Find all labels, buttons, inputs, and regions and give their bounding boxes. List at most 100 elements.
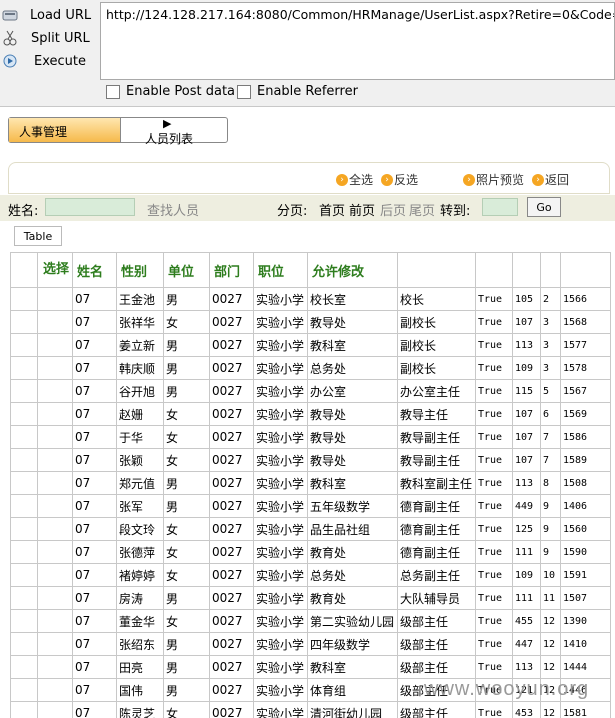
cell-name: 董金华 — [116, 609, 164, 633]
cell-school: 实验小学 — [253, 333, 308, 357]
row-select-cell[interactable] — [37, 310, 73, 334]
row-blank-cell — [10, 333, 38, 357]
cell-position: 德育副主任 — [397, 540, 476, 564]
cell-unit: 0027 — [209, 655, 254, 679]
cell-position: 德育副主任 — [397, 494, 476, 518]
cell-department: 校长室 — [307, 287, 398, 311]
row-select-cell[interactable] — [37, 471, 73, 495]
cell-id: 111 — [512, 586, 541, 610]
row-select-cell[interactable] — [37, 425, 73, 449]
cell-name: 于华 — [116, 425, 164, 449]
cell-name: 姜立新 — [116, 333, 164, 357]
enable-post-checkbox[interactable]: Enable Post data — [106, 84, 235, 99]
row-select-cell[interactable] — [37, 563, 73, 587]
table-row: 07 张祥华女 0027 实验小学 教导处 副校长 True 107 3 1568 — [10, 310, 611, 334]
action-bar: › 全选 › 反选 › 照片预览 › 返回 — [8, 162, 610, 194]
invert-selection-label: 反选 — [394, 173, 419, 187]
row-select-cell[interactable] — [37, 517, 73, 541]
invert-selection-link[interactable]: › 反选 — [381, 171, 418, 188]
header-blank — [512, 252, 541, 288]
row-select-cell[interactable] — [37, 678, 73, 702]
cell-code: 07 — [72, 287, 117, 311]
checkbox-box — [237, 84, 251, 99]
cell-gender: 女 — [163, 310, 210, 334]
table-row: 07 段文玲女 0027 实验小学 品生品社组 德育副主任 True 125 9 1560 — [10, 517, 611, 541]
row-select-cell[interactable] — [37, 356, 73, 380]
photo-preview-link[interactable]: › 照片预览 — [463, 171, 524, 188]
cell-gender: 女 — [163, 517, 210, 541]
cell-school: 实验小学 — [253, 678, 308, 702]
cell-allow-edit: True — [475, 379, 513, 403]
row-select-cell[interactable] — [37, 494, 73, 518]
cell-number: 1586 — [560, 425, 611, 449]
row-select-cell[interactable] — [37, 540, 73, 564]
cell-number: 1577 — [560, 333, 611, 357]
cell-level: 7 — [540, 448, 561, 472]
row-blank-cell — [10, 494, 38, 518]
prev-page-link[interactable]: 前页 — [349, 200, 375, 219]
select-all-link[interactable]: › 全选 — [336, 171, 373, 188]
cell-code: 07 — [72, 379, 117, 403]
cell-code: 07 — [72, 563, 117, 587]
row-select-cell[interactable] — [37, 448, 73, 472]
cell-allow-edit: True — [475, 609, 513, 633]
cell-number: 1507 — [560, 586, 611, 610]
last-page-link[interactable]: 尾页 — [409, 200, 435, 219]
cell-department: 四年级数学 — [307, 632, 398, 656]
split-url-button[interactable]: Split URL — [0, 27, 90, 49]
url-textarea[interactable]: http://124.128.217.164:8080/Common/HRMan… — [100, 2, 615, 80]
table-row: 07 董金华女 0027 实验小学 第二实验幼儿园 级部主任 True 455 12 1390 — [10, 609, 611, 633]
go-button[interactable]: Go — [527, 197, 561, 217]
header-name: 姓名 — [72, 252, 117, 288]
cell-unit: 0027 — [209, 540, 254, 564]
cell-level: 9 — [540, 540, 561, 564]
cell-gender: 男 — [163, 379, 210, 403]
cell-department: 总务处 — [307, 356, 398, 380]
paging-label: 分页: — [277, 204, 308, 219]
tab-staff-list[interactable]: ▶ 人员列表 — [121, 117, 227, 146]
cell-department: 品生品社组 — [307, 517, 398, 541]
cell-gender: 女 — [163, 563, 210, 587]
row-blank-cell — [10, 448, 38, 472]
row-select-cell[interactable] — [37, 632, 73, 656]
cell-position: 德育副主任 — [397, 517, 476, 541]
row-select-cell[interactable] — [37, 379, 73, 403]
tab-hr-management[interactable]: 人事管理 — [9, 118, 121, 142]
cell-level: 12 — [540, 655, 561, 679]
cell-school: 实验小学 — [253, 540, 308, 564]
cell-gender: 女 — [163, 448, 210, 472]
cell-code: 07 — [72, 701, 117, 718]
cell-unit: 0027 — [209, 471, 254, 495]
row-select-cell[interactable] — [37, 701, 73, 718]
enable-referrer-checkbox[interactable]: Enable Referrer — [237, 84, 358, 99]
cell-name: 田亮 — [116, 655, 164, 679]
cell-department: 教科室 — [307, 333, 398, 357]
cell-school: 实验小学 — [253, 563, 308, 587]
table-row: 07 姜立新男 0027 实验小学 教科室 副校长 True 113 3 1577 — [10, 333, 611, 357]
cell-position: 办公室主任 — [397, 379, 476, 403]
row-select-cell[interactable] — [37, 402, 73, 426]
name-search-input[interactable] — [45, 198, 135, 216]
cell-allow-edit: True — [475, 701, 513, 718]
row-select-cell[interactable] — [37, 655, 73, 679]
cell-school: 实验小学 — [253, 494, 308, 518]
load-url-button[interactable]: Load URL — [0, 4, 91, 26]
cell-number: 1590 — [560, 540, 611, 564]
page-number-input[interactable] — [482, 198, 518, 216]
cell-name: 张绍东 — [116, 632, 164, 656]
row-select-cell[interactable] — [37, 287, 73, 311]
next-page-link[interactable]: 后页 — [380, 200, 406, 219]
header-blank — [560, 252, 611, 288]
back-link[interactable]: › 返回 — [532, 171, 569, 188]
row-select-cell[interactable] — [37, 609, 73, 633]
table-row: 07 褚婷婷女 0027 实验小学 总务处 总务副主任 True 109 10 1591 — [10, 563, 611, 587]
header-unit: 单位 — [163, 252, 210, 288]
find-staff-link[interactable]: 查找人员 — [147, 200, 199, 219]
cell-id: 113 — [512, 655, 541, 679]
row-blank-cell — [10, 540, 38, 564]
execute-button[interactable]: Execute — [0, 50, 86, 72]
cell-name: 陈灵芝 — [116, 701, 164, 718]
row-select-cell[interactable] — [37, 333, 73, 357]
first-page-link[interactable]: 首页 — [319, 200, 345, 219]
row-select-cell[interactable] — [37, 586, 73, 610]
